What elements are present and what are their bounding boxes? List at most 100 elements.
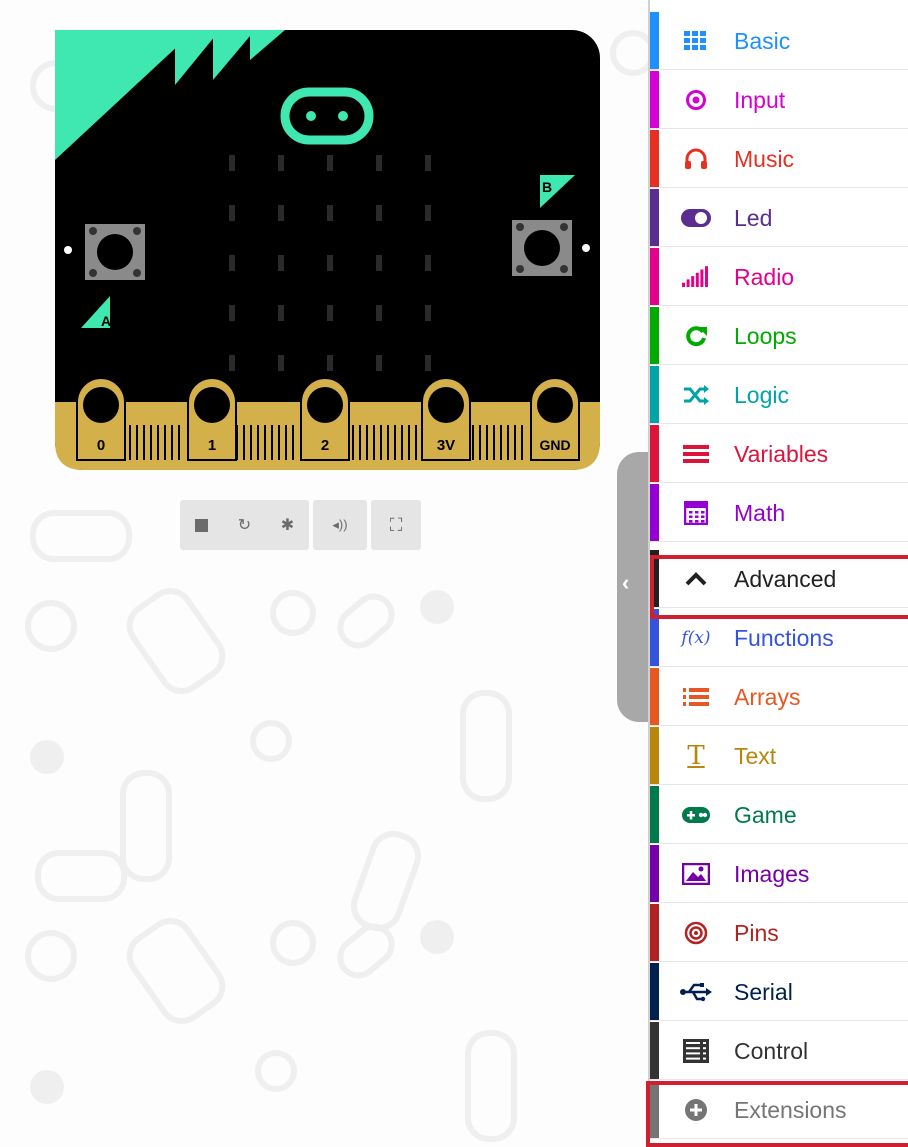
led-pixel	[376, 305, 382, 321]
toolbox: Basic Input Music Led Radio Loops Logic Variabl…	[646, 0, 908, 1147]
pin-2[interactable]: 2	[300, 377, 350, 461]
bg-doodle	[344, 824, 428, 938]
highlight-box-extensions	[646, 1081, 908, 1147]
category-color-bar	[650, 786, 659, 843]
category-label: Text	[734, 743, 777, 769]
list-icon	[680, 425, 712, 483]
category-color-bar	[650, 727, 659, 784]
debug-icon: ✱	[280, 517, 295, 534]
category-color-bar	[650, 484, 659, 541]
category-label: Radio	[734, 264, 795, 290]
pin-label: GND	[539, 437, 570, 453]
bg-doodle	[328, 584, 404, 658]
bg-doodle	[420, 920, 454, 954]
toolbox-category-variables[interactable]: Variables	[650, 425, 908, 483]
toolbox-category-logic[interactable]: Logic	[650, 366, 908, 424]
bg-doodle	[610, 30, 648, 76]
bullseye-icon	[680, 904, 712, 962]
category-color-bar	[650, 963, 659, 1020]
led-pixel	[327, 205, 333, 221]
text-icon: T	[687, 741, 705, 771]
pin-0[interactable]: 0	[76, 377, 126, 461]
bg-doodle	[465, 1030, 517, 1142]
category-color-bar	[650, 904, 659, 961]
toolbox-category-control[interactable]: Control	[650, 1022, 908, 1080]
svg-text:A: A	[101, 313, 111, 329]
led-pixel	[425, 205, 431, 221]
toolbox-category-input[interactable]: Input	[650, 71, 908, 129]
category-label: Loops	[734, 323, 797, 349]
fullscreen-icon: ⛶	[389, 514, 403, 535]
restart-icon: ↻	[237, 517, 252, 534]
toolbox-category-arrays[interactable]: Arrays	[650, 668, 908, 726]
workspace[interactable]: A B 0 1 2 3V GND ↻ ✱ ◂)) ⛶	[0, 0, 648, 1147]
microbit-simulator[interactable]: A B 0 1 2 3V GND	[55, 30, 600, 470]
category-color-bar	[650, 1022, 659, 1079]
led-pixel	[278, 205, 284, 221]
bg-doodle	[120, 770, 172, 882]
category-label: Images	[734, 861, 810, 887]
bg-doodle	[30, 510, 132, 562]
usb-icon	[680, 963, 712, 1021]
bg-doodle	[35, 850, 127, 902]
category-color-bar	[650, 668, 659, 725]
led-pixel	[327, 355, 333, 371]
led-pixel	[425, 255, 431, 271]
category-color-bar	[650, 248, 659, 305]
toolbox-category-images[interactable]: Images	[650, 845, 908, 903]
led-pixel	[327, 305, 333, 321]
toolbox-category-game[interactable]: Game	[650, 786, 908, 844]
category-label: Serial	[734, 979, 793, 1005]
led-pixel	[278, 305, 284, 321]
category-label: Pins	[734, 920, 779, 946]
led-pixel	[327, 255, 333, 271]
headphones-icon	[680, 130, 712, 188]
category-color-bar	[650, 307, 659, 364]
pin-label: 0	[97, 437, 105, 454]
led-pixel	[278, 255, 284, 271]
category-label: Logic	[734, 382, 789, 408]
category-color-bar	[650, 189, 659, 246]
toolbox-category-music[interactable]: Music	[650, 130, 908, 188]
toolbox-category-serial[interactable]: Serial	[650, 963, 908, 1021]
category-color-bar	[650, 366, 659, 423]
refresh-icon	[680, 307, 712, 365]
bg-doodle	[30, 740, 64, 774]
debug-button[interactable]: ✱	[266, 500, 309, 550]
toolbox-category-text[interactable]: T Text	[650, 727, 908, 785]
toolbox-category-math[interactable]: Math	[650, 484, 908, 542]
stop-button[interactable]	[180, 500, 223, 550]
category-color-bar	[650, 130, 659, 187]
array-list-icon	[680, 668, 712, 726]
bg-doodle	[117, 908, 235, 1034]
led-pixel	[229, 305, 235, 321]
bg-doodle	[270, 920, 316, 966]
category-label: Led	[734, 205, 773, 231]
category-color-bar	[650, 845, 659, 902]
fullscreen-button[interactable]: ⛶	[371, 500, 421, 550]
bg-doodle	[117, 578, 235, 704]
toolbox-category-basic[interactable]: Basic	[650, 12, 908, 70]
pin-gnd[interactable]: GND	[530, 377, 580, 461]
mute-button[interactable]: ◂))	[313, 500, 367, 550]
led-pixel	[327, 155, 333, 171]
toolbox-category-radio[interactable]: Radio	[650, 248, 908, 306]
bg-doodle	[270, 590, 316, 636]
simulator-toolbar: ↻ ✱ ◂)) ⛶	[180, 500, 421, 550]
category-color-bar	[650, 71, 659, 128]
bg-doodle	[460, 690, 512, 802]
chevron-left-icon: ‹	[622, 570, 630, 595]
toolbox-category-led[interactable]: Led	[650, 189, 908, 247]
bg-doodle	[25, 600, 77, 652]
led-pixel	[376, 205, 382, 221]
signal-bars-icon	[680, 248, 712, 306]
led-pixel	[229, 355, 235, 371]
sim-control-group: ↻ ✱	[180, 500, 309, 550]
pin-3v[interactable]: 3V	[421, 377, 471, 461]
restart-button[interactable]: ↻	[223, 500, 266, 550]
toolbox-category-pins[interactable]: Pins	[650, 904, 908, 962]
category-label: Game	[734, 802, 797, 828]
category-label: Music	[734, 146, 795, 172]
toolbox-category-loops[interactable]: Loops	[650, 307, 908, 365]
pin-1[interactable]: 1	[187, 377, 237, 461]
